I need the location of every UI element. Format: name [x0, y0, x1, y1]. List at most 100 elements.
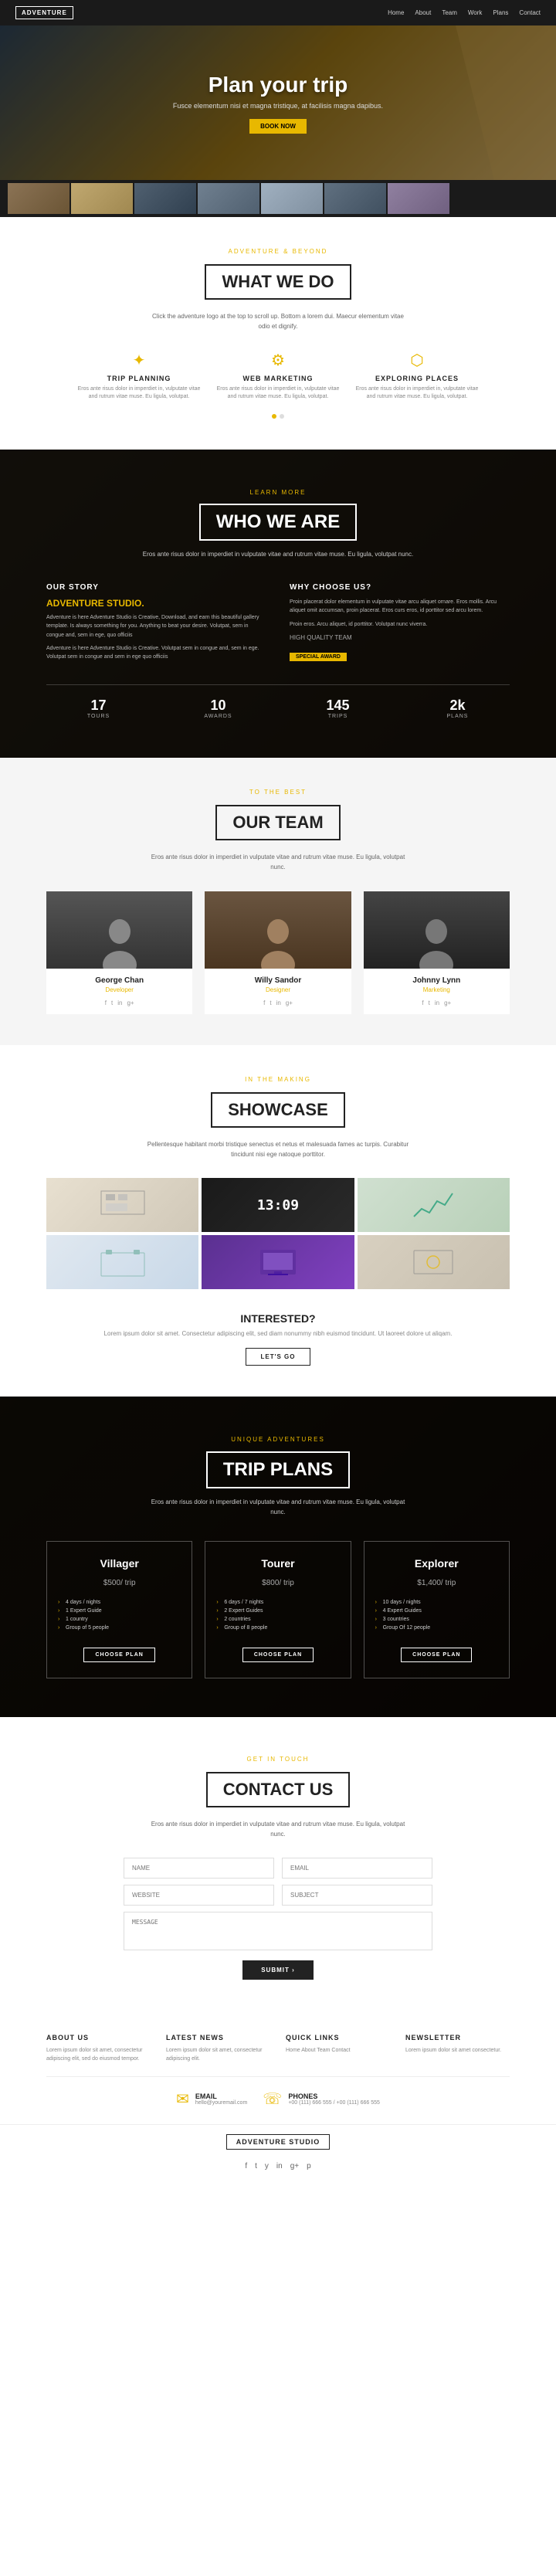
- exploring-places-title: EXPLORING PLACES: [355, 375, 479, 382]
- what-item-0: ✦ TRIP PLANNING Eros ante risus dolor in…: [77, 351, 201, 402]
- social-gplus-0[interactable]: g+: [127, 1000, 134, 1006]
- interested-block: INTERESTED? Lorem ipsum dolor sit amet. …: [46, 1312, 510, 1366]
- stat-tours-label: TOURS: [46, 714, 151, 719]
- carousel-dots: [46, 414, 510, 419]
- nav-team[interactable]: Team: [442, 9, 457, 16]
- what-section-title: WHAT WE DO: [205, 264, 351, 300]
- who-grid: OUR STORY ADVENTURE STUDIO. Adventure is…: [46, 583, 510, 666]
- contact-submit-button[interactable]: SUBMIT ›: [242, 1960, 314, 1980]
- thumbnail-5[interactable]: [261, 183, 323, 214]
- thumbnail-1[interactable]: [8, 183, 70, 214]
- social-twitter-0[interactable]: t: [111, 1000, 113, 1006]
- hero-book-button[interactable]: BOOK NOW: [249, 119, 307, 134]
- web-marketing-desc: Eros ante risus dolor in imperdiet in, v…: [216, 385, 340, 402]
- footer-col-news: LATEST NEWS Lorem ipsum dolor sit amet, …: [166, 2034, 270, 2063]
- social-twitter-1[interactable]: t: [270, 1000, 271, 1006]
- thumbnail-7[interactable]: [388, 183, 449, 214]
- phone-detail: PHONES +00 (111) 666 555 / +00 (111) 666…: [288, 2092, 380, 2106]
- plan-explorer-button[interactable]: CHOOSE PLAN: [401, 1648, 472, 1662]
- plan-explorer-feature-0: 10 days / nights: [375, 1598, 498, 1607]
- plan-explorer-features: 10 days / nights 4 Expert Guides 3 count…: [375, 1598, 498, 1632]
- team-grid: George Chan Developer f t in g+ Willy Sa…: [46, 891, 510, 1014]
- who-header: LEARN MORE WHO WE ARE Eros ante risus do…: [46, 488, 510, 561]
- social-gplus-2[interactable]: g+: [444, 1000, 451, 1006]
- plan-tourer-feature-0: 6 days / 7 nights: [216, 1598, 339, 1607]
- stat-trips-label: TRIPS: [286, 714, 390, 719]
- what-item-1: ⚙ WEB MARKETING Eros ante risus dolor in…: [216, 351, 340, 402]
- plan-villager-feature-0: 4 days / nights: [58, 1598, 181, 1607]
- hero-subtitle: Fusce elementum nisi et magna tristique,…: [173, 102, 383, 110]
- team-section-label: TO THE BEST: [46, 789, 510, 796]
- footer-col-news-title: LATEST NEWS: [166, 2034, 270, 2041]
- social-gplus-1[interactable]: g+: [286, 1000, 293, 1006]
- footer-col-news-text: Lorem ipsum dolor sit amet, consectetur …: [166, 2046, 270, 2063]
- showcase-section-label: IN THE MAKING: [46, 1076, 510, 1083]
- showcase-item-3[interactable]: [46, 1235, 198, 1289]
- plan-villager: Villager $500/ trip 4 days / nights 1 Ex…: [46, 1541, 192, 1678]
- hero-title: Plan your trip: [173, 73, 383, 97]
- why-choose-text1: Proin placerat dolor elementum in vulput…: [290, 598, 510, 615]
- nav-logo[interactable]: ADVENTURE: [15, 6, 73, 19]
- our-story-text2: Adventure is here Adventure Studio is Cr…: [46, 644, 266, 661]
- nav-home[interactable]: Home: [388, 9, 404, 16]
- plan-explorer-feature-2: 3 countries: [375, 1615, 498, 1624]
- team-section-title: OUR TEAM: [215, 805, 340, 840]
- footer-social-youtube[interactable]: y: [265, 2162, 269, 2170]
- social-facebook-0[interactable]: f: [105, 1000, 107, 1006]
- team-member-1-name: Willy Sandor: [212, 976, 343, 985]
- nav-links: Home About Team Work Plans Contact: [388, 9, 541, 16]
- plans-section-title: TRIP PLANS: [206, 1451, 350, 1488]
- our-story-column: OUR STORY ADVENTURE STUDIO. Adventure is…: [46, 583, 266, 666]
- social-linkedin-1[interactable]: in: [276, 1000, 281, 1006]
- plan-villager-button[interactable]: CHOOSE PLAN: [83, 1648, 154, 1662]
- thumbnail-2[interactable]: [71, 183, 133, 214]
- contact-email-input[interactable]: [282, 1858, 432, 1879]
- showcase-item-1[interactable]: 13:09: [202, 1178, 354, 1232]
- social-linkedin-2[interactable]: in: [435, 1000, 439, 1006]
- phone-label: PHONES: [288, 2092, 380, 2100]
- team-member-0-social: f t in g+: [54, 1000, 185, 1006]
- nav-plans[interactable]: Plans: [493, 9, 508, 16]
- nav-contact[interactable]: Contact: [519, 9, 541, 16]
- team-member-2: Johnny Lynn Marketing f t in g+: [364, 891, 510, 1014]
- showcase-item-4[interactable]: [202, 1235, 354, 1289]
- social-twitter-2[interactable]: t: [429, 1000, 430, 1006]
- thumbnail-6[interactable]: [324, 183, 386, 214]
- social-facebook-1[interactable]: f: [263, 1000, 265, 1006]
- showcase-item-0[interactable]: [46, 1178, 198, 1232]
- thumbnail-4[interactable]: [198, 183, 259, 214]
- team-member-1-role: Designer: [212, 986, 343, 993]
- footer-col-newsletter-text: Lorem ipsum dolor sit amet consectetur.: [405, 2046, 510, 2055]
- contact-website-input[interactable]: [124, 1885, 274, 1906]
- studio-name: ADVENTURE STUDIO.: [46, 598, 266, 609]
- nav-about[interactable]: About: [415, 9, 431, 16]
- dot-2[interactable]: [280, 414, 284, 419]
- footer-logo[interactable]: ADVENTURE STUDIO: [226, 2134, 331, 2150]
- plan-tourer-button[interactable]: CHOOSE PLAN: [242, 1648, 314, 1662]
- plan-villager-name: Villager: [58, 1557, 181, 1570]
- footer-col-links-text: Home About Team Contact: [286, 2046, 390, 2055]
- hero-thumbnails: [0, 180, 556, 217]
- nav-work[interactable]: Work: [468, 9, 483, 16]
- footer-social-gplus[interactable]: g+: [290, 2162, 299, 2170]
- footer-social-facebook[interactable]: f: [245, 2162, 247, 2170]
- footer-social-twitter[interactable]: t: [255, 2162, 257, 2170]
- our-story-text1: Adventure is here Adventure Studio is Cr…: [46, 613, 266, 640]
- trip-planning-desc: Eros ante risus dolor in imperdiet in, v…: [77, 385, 201, 402]
- contact-subject-input[interactable]: [282, 1885, 432, 1906]
- lets-go-button[interactable]: LET'S GO: [246, 1348, 310, 1366]
- exploring-places-desc: Eros ante risus dolor in imperdiet in, v…: [355, 385, 479, 402]
- contact-name-input[interactable]: [124, 1858, 274, 1879]
- footer-social-pinterest[interactable]: p: [307, 2162, 311, 2170]
- hero-content: Plan your trip Fusce elementum nisi et m…: [173, 73, 383, 134]
- thumbnail-3[interactable]: [134, 183, 196, 214]
- social-facebook-2[interactable]: f: [422, 1000, 423, 1006]
- contact-message-textarea[interactable]: [124, 1912, 432, 1950]
- dot-1[interactable]: [272, 414, 276, 419]
- showcase-item-2[interactable]: [358, 1178, 510, 1232]
- social-linkedin-0[interactable]: in: [117, 1000, 122, 1006]
- showcase-item-5[interactable]: [358, 1235, 510, 1289]
- footer-social-linkedin[interactable]: in: [276, 2162, 283, 2170]
- footer-col-about-text: Lorem ipsum dolor sit amet, consectetur …: [46, 2046, 151, 2063]
- web-marketing-icon: ⚙: [216, 351, 340, 370]
